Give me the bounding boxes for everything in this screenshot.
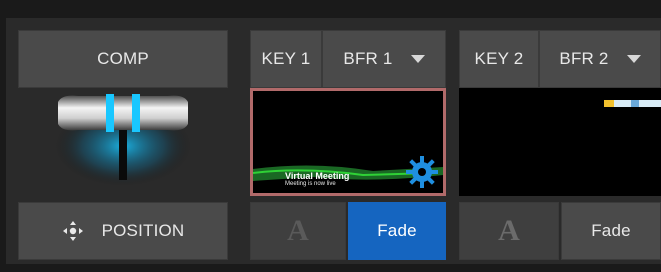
position-label: POSITION (101, 221, 185, 240)
key1-buffer-dropdown[interactable]: BFR 1 (322, 30, 446, 88)
key2-buffer-dropdown[interactable]: BFR 2 (539, 30, 661, 88)
switcher-panel: COMP POSITION KEY 1 BFR 1 Virtual Meetin… (0, 0, 661, 272)
position-button[interactable]: POSITION (18, 202, 228, 260)
text-a-icon: A (287, 214, 309, 247)
gear-icon[interactable] (405, 155, 439, 189)
key1-text-button[interactable]: A (250, 202, 346, 260)
move-arrows-icon (62, 221, 83, 241)
key2-fade-button[interactable]: Fade (561, 202, 661, 260)
key1-preview[interactable]: Virtual Meeting Meeting is now live (250, 88, 446, 196)
key2-preview-graphic (604, 100, 661, 107)
key1-preview-title: Virtual Meeting (285, 171, 350, 181)
dropdown-caret-icon (626, 55, 641, 63)
key2-preview[interactable] (459, 88, 661, 196)
key1-preview-subtitle: Meeting is now live (285, 181, 336, 187)
comp-label: COMP (97, 49, 149, 68)
text-a-icon: A (498, 214, 520, 247)
key2-button[interactable]: KEY 2 (459, 30, 539, 88)
key2-label: KEY 2 (474, 49, 524, 68)
key1-buffer-label: BFR 1 (343, 49, 393, 68)
key1-fade-button[interactable]: Fade (348, 202, 446, 260)
t-bar[interactable] (18, 88, 228, 188)
t-bar-graphic (55, 94, 191, 186)
key1-fade-label: Fade (377, 221, 417, 240)
key2-buffer-label: BFR 2 (559, 49, 609, 68)
comp-button[interactable]: COMP (18, 30, 228, 88)
key2-text-button[interactable]: A (459, 202, 559, 260)
dropdown-caret-icon (410, 55, 425, 63)
key1-button[interactable]: KEY 1 (250, 30, 322, 88)
key1-label: KEY 1 (261, 49, 311, 68)
key2-fade-label: Fade (591, 221, 631, 240)
